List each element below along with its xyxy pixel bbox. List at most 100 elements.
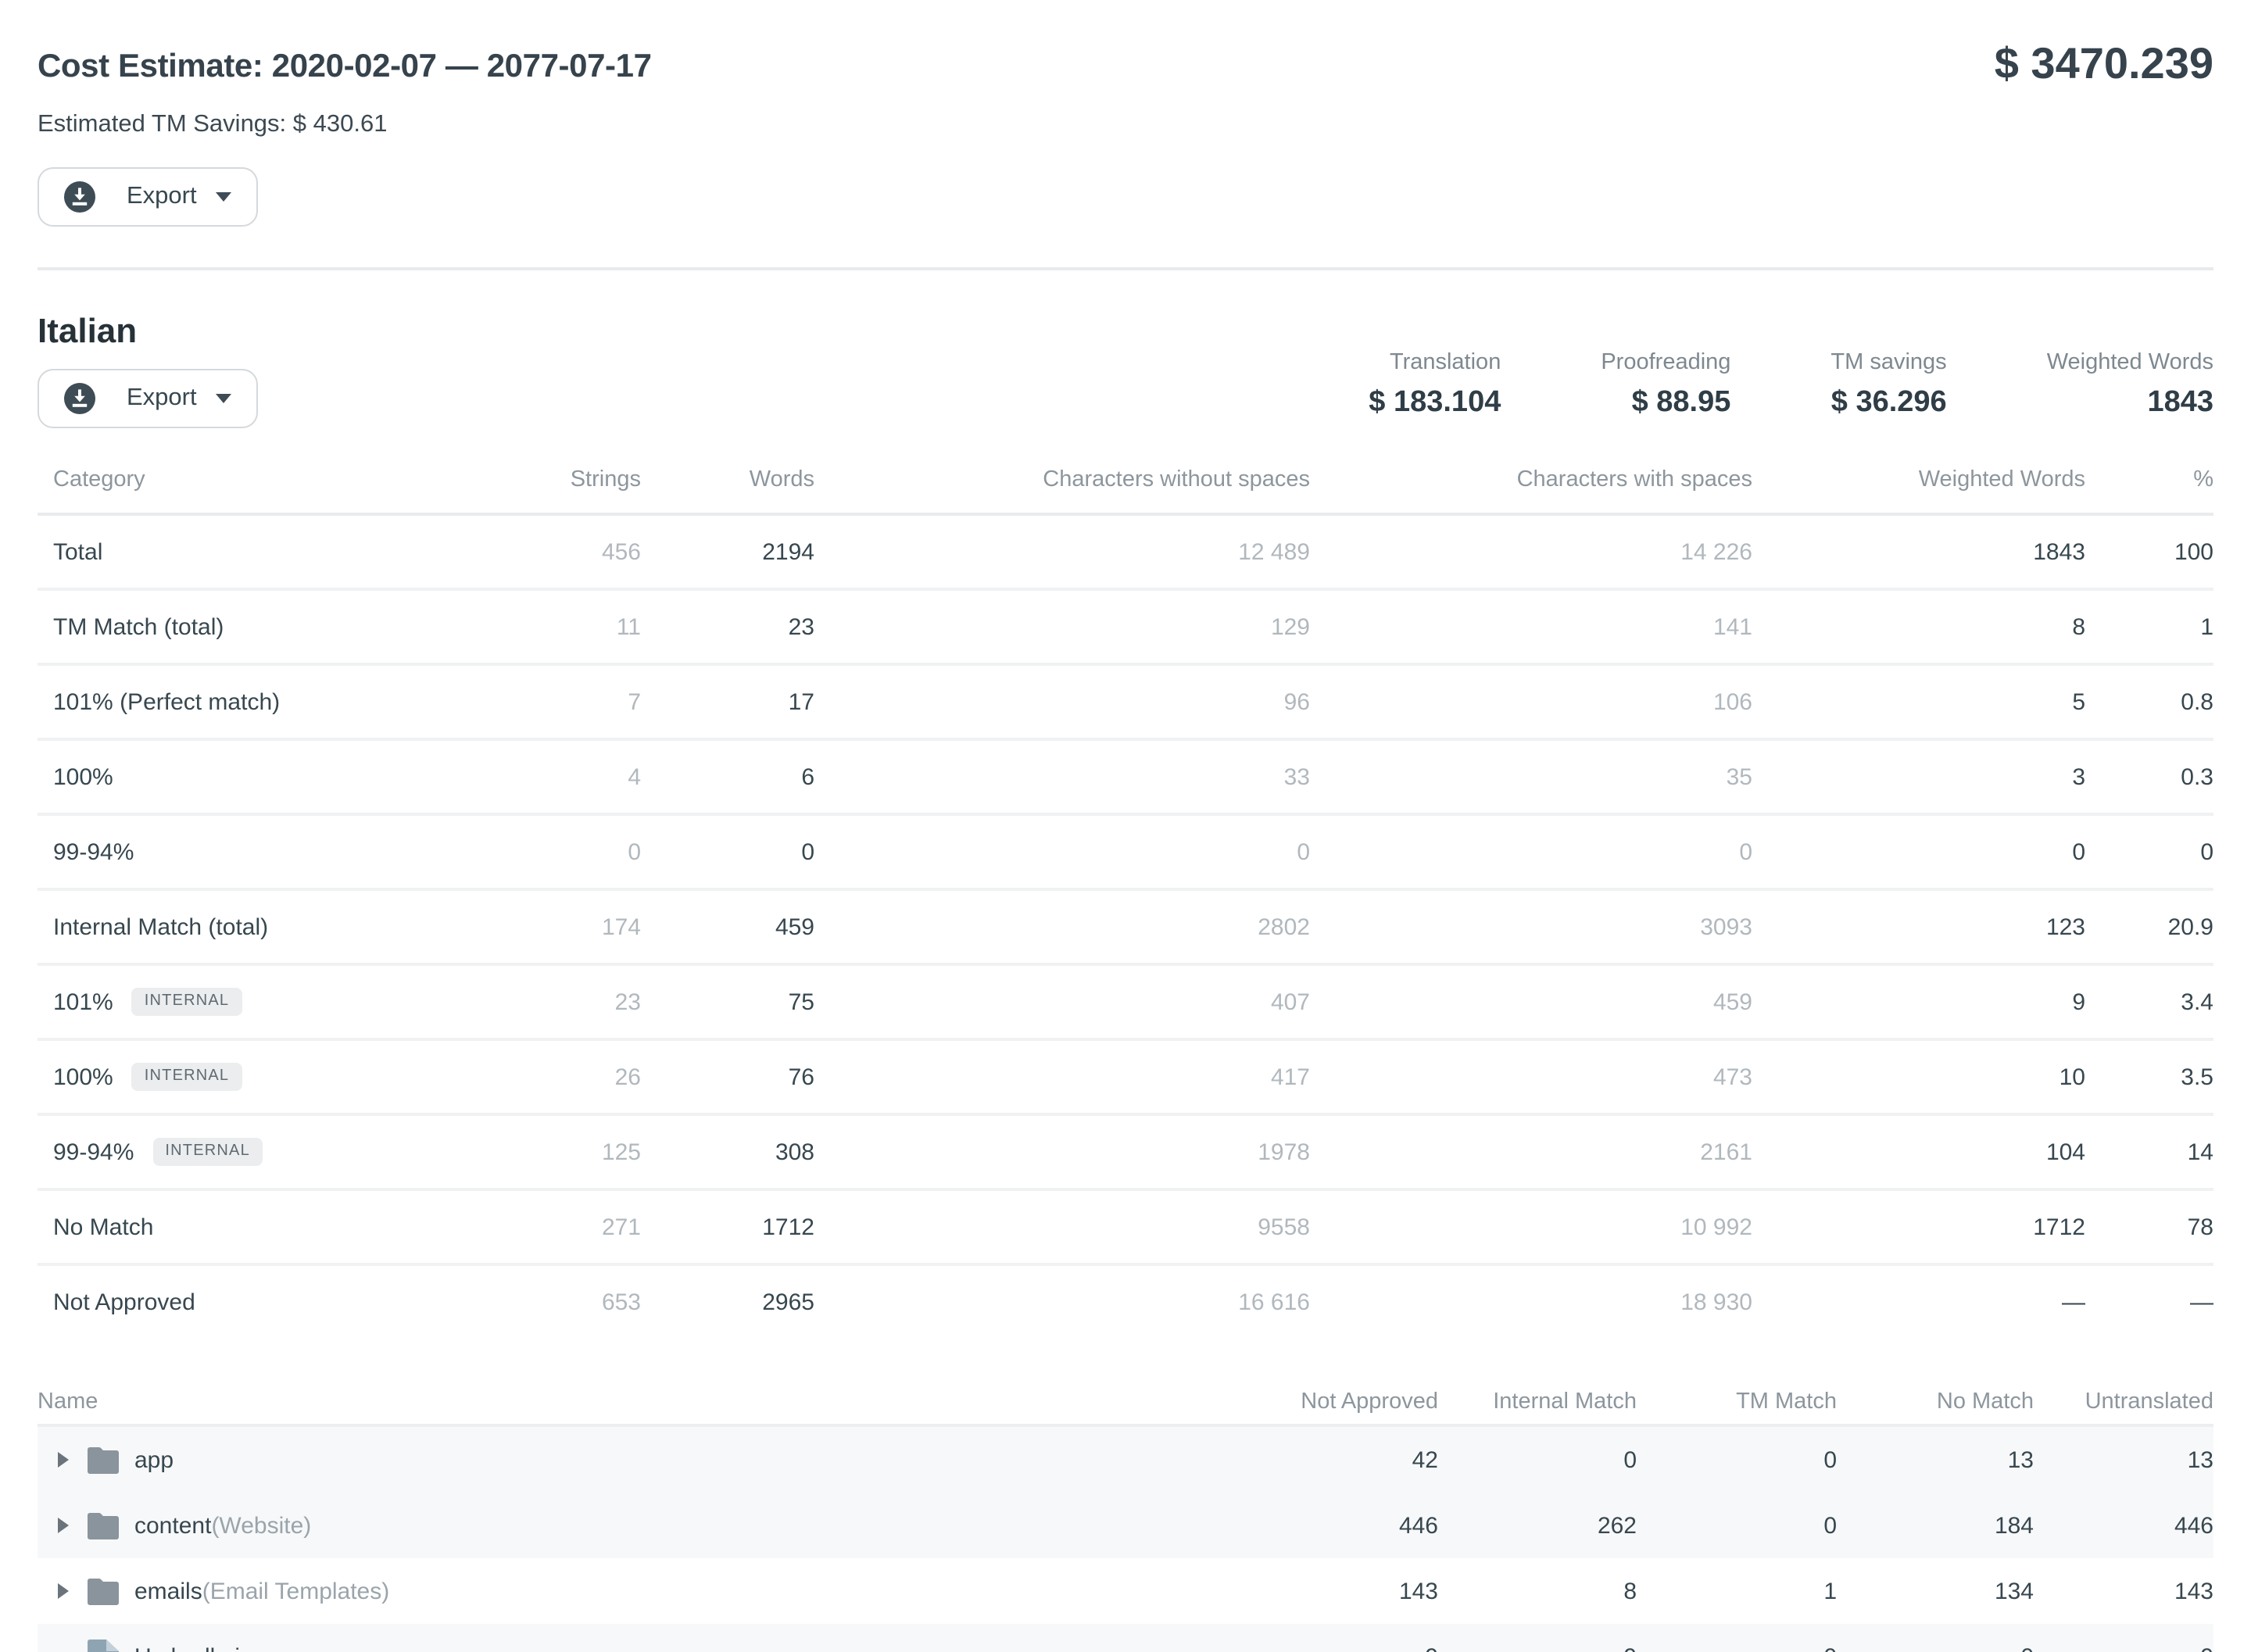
not-approved-value: 9 xyxy=(1219,1643,1438,1652)
strings-value: 0 xyxy=(453,839,641,865)
chars-without-spaces-value: 129 xyxy=(814,613,1310,640)
expand-caret-icon[interactable] xyxy=(58,1583,69,1599)
weighted-words-value: 123 xyxy=(1752,914,2085,940)
chars-without-spaces-value: 12 489 xyxy=(814,538,1310,565)
file-note: (Email Templates) xyxy=(202,1578,390,1604)
file-name: app xyxy=(134,1446,174,1473)
stat-weighted-words: Weighted Words 1843 xyxy=(2047,350,2213,420)
language-export-button[interactable]: Export xyxy=(38,369,258,428)
tm-match-value: 0 xyxy=(1637,1512,1837,1539)
expand-caret-icon[interactable] xyxy=(58,1452,69,1468)
percent-value: 3.4 xyxy=(2085,989,2213,1015)
stat-translation: Translation $ 183.104 xyxy=(1369,350,1501,420)
tm-match-value: 1 xyxy=(1637,1578,1837,1604)
internal-badge: INTERNAL xyxy=(152,1138,263,1166)
column-header-chars-with-spaces: Characters with spaces xyxy=(1310,467,1752,492)
chars-with-spaces-value: 0 xyxy=(1310,839,1752,865)
expand-caret-icon[interactable] xyxy=(58,1518,69,1533)
estimated-tm-savings: Estimated TM Savings: $ 430.61 xyxy=(38,111,2213,139)
chars-with-spaces-value: 18 930 xyxy=(1310,1289,1752,1315)
chars-with-spaces-value: 10 992 xyxy=(1310,1214,1752,1240)
table-row: Total 456 2194 12 489 14 226 1843 100 xyxy=(38,516,2213,591)
strings-value: 11 xyxy=(453,613,641,640)
stat-label: Translation xyxy=(1369,350,1501,375)
no-match-value: 134 xyxy=(1837,1578,2034,1604)
chars-with-spaces-value: 35 xyxy=(1310,763,1752,790)
chars-with-spaces-value: 3093 xyxy=(1310,914,1752,940)
weighted-words-value: 104 xyxy=(1752,1139,2085,1165)
table-row: 100% INTERNAL 26 76 417 473 10 3.5 xyxy=(38,1041,2213,1116)
strings-value: 456 xyxy=(453,538,641,565)
chars-without-spaces-value: 0 xyxy=(814,839,1310,865)
column-header-name: Name xyxy=(38,1389,1219,1414)
category-label: 100% xyxy=(53,763,113,790)
words-value: 1712 xyxy=(641,1214,814,1240)
stat-value: $ 183.104 xyxy=(1369,386,1501,420)
chars-with-spaces-value: 459 xyxy=(1310,989,1752,1015)
export-button-label: Export xyxy=(127,384,197,413)
words-value: 2194 xyxy=(641,538,814,565)
download-icon xyxy=(64,383,95,414)
chars-without-spaces-value: 33 xyxy=(814,763,1310,790)
table-row: 101% INTERNAL 23 75 407 459 9 3.4 xyxy=(38,966,2213,1041)
strings-value: 271 xyxy=(453,1214,641,1240)
untranslated-value: 13 xyxy=(2034,1446,2213,1473)
words-value: 0 xyxy=(641,839,814,865)
words-value: 2965 xyxy=(641,1289,814,1315)
no-match-value: 0 xyxy=(1837,1643,2034,1652)
words-value: 76 xyxy=(641,1064,814,1090)
total-cost-value: $ 3470.239 xyxy=(1995,0,2213,89)
chevron-down-icon xyxy=(216,394,231,403)
chars-without-spaces-value: 1978 xyxy=(814,1139,1310,1165)
category-label: 101% (Perfect match) xyxy=(53,688,280,715)
category-label: TM Match (total) xyxy=(53,613,224,640)
stat-proofreading: Proofreading $ 88.95 xyxy=(1601,350,1730,420)
folder-row-content[interactable]: content(Website) 446 262 0 184 446 xyxy=(38,1493,2213,1558)
column-header-internal-match: Internal Match xyxy=(1438,1389,1637,1414)
stat-value: $ 88.95 xyxy=(1601,386,1730,420)
tm-match-value: 0 xyxy=(1637,1643,1837,1652)
folder-row-app[interactable]: app 42 0 0 13 13 xyxy=(38,1427,2213,1493)
folder-icon xyxy=(88,1578,119,1604)
export-button[interactable]: Export xyxy=(38,167,258,227)
file-name: emails xyxy=(134,1578,202,1604)
column-header-words: Words xyxy=(641,467,814,492)
words-value: 75 xyxy=(641,989,814,1015)
file-row-umbrella-json[interactable]: JSON Umbrella.json 9 9 0 0 9 xyxy=(38,1624,2213,1652)
percent-value: 0.3 xyxy=(2085,763,2213,790)
weighted-words-value: — xyxy=(1752,1289,2085,1315)
internal-match-value: 262 xyxy=(1438,1512,1637,1539)
untranslated-value: 446 xyxy=(2034,1512,2213,1539)
table-row: 100% 4 6 33 35 3 0.3 xyxy=(38,741,2213,816)
chars-with-spaces-value: 2161 xyxy=(1310,1139,1752,1165)
chars-without-spaces-value: 9558 xyxy=(814,1214,1310,1240)
column-header-not-approved: Not Approved xyxy=(1219,1389,1438,1414)
percent-value: 0.8 xyxy=(2085,688,2213,715)
words-value: 17 xyxy=(641,688,814,715)
chars-without-spaces-value: 16 616 xyxy=(814,1289,1310,1315)
page-title: Cost Estimate: 2020-02-07 — 2077-07-17 xyxy=(38,0,652,86)
weighted-words-value: 1712 xyxy=(1752,1214,2085,1240)
internal-match-value: 9 xyxy=(1438,1643,1637,1652)
folder-row-emails[interactable]: emails(Email Templates) 143 8 1 134 143 xyxy=(38,1558,2213,1624)
column-header-weighted-words: Weighted Words xyxy=(1752,467,2085,492)
table-row: TM Match (total) 11 23 129 141 8 1 xyxy=(38,591,2213,666)
chars-with-spaces-value: 473 xyxy=(1310,1064,1752,1090)
not-approved-value: 143 xyxy=(1219,1578,1438,1604)
category-label: 101% xyxy=(53,989,113,1015)
stat-value: $ 36.296 xyxy=(1831,386,1946,420)
page: Cost Estimate: 2020-02-07 — 2077-07-17 $… xyxy=(0,0,2251,1652)
cost-summary: Translation $ 183.104 Proofreading $ 88.… xyxy=(1369,350,2213,420)
chars-with-spaces-value: 14 226 xyxy=(1310,538,1752,565)
stat-label: Weighted Words xyxy=(2047,350,2213,375)
category-label: 100% xyxy=(53,1064,113,1090)
weighted-words-value: 5 xyxy=(1752,688,2085,715)
column-header-category: Category xyxy=(38,467,453,492)
column-header-percent: % xyxy=(2085,467,2213,492)
percent-value: 20.9 xyxy=(2085,914,2213,940)
strings-value: 125 xyxy=(453,1139,641,1165)
strings-value: 23 xyxy=(453,989,641,1015)
stat-label: TM savings xyxy=(1831,350,1946,375)
strings-value: 174 xyxy=(453,914,641,940)
internal-badge: INTERNAL xyxy=(132,988,242,1016)
